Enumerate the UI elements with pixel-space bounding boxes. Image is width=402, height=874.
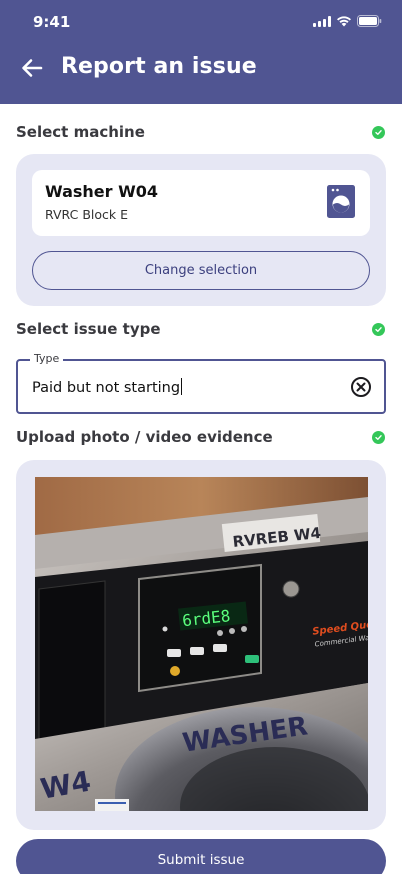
section-label-issue-type: Select issue type (16, 320, 161, 338)
check-icon (372, 323, 385, 336)
status-bar: 9:41 (0, 0, 402, 44)
washer-photo: RVREB W4 6rdE8 Speed Queen Commercial Wa… (35, 477, 368, 811)
clear-button[interactable] (350, 376, 372, 398)
cellular-signal-icon (313, 15, 331, 27)
check-icon (372, 431, 385, 444)
washing-machine-icon (327, 185, 355, 218)
change-selection-button[interactable]: Change selection (32, 251, 370, 290)
text-caret (181, 378, 183, 395)
evidence-photo[interactable]: RVREB W4 6rdE8 Speed Queen Commercial Wa… (35, 477, 368, 811)
issue-type-field[interactable]: Type Paid but not starting (16, 352, 386, 414)
wifi-icon (336, 15, 352, 27)
back-button[interactable] (18, 54, 46, 82)
clear-circle-icon (351, 377, 371, 397)
issue-type-value[interactable]: Paid but not starting (32, 378, 183, 396)
machine-name: Washer W04 (45, 182, 159, 201)
section-label-machine: Select machine (16, 123, 145, 141)
selected-machine-card[interactable]: Washer W04 RVRC Block E (32, 170, 370, 236)
section-label-evidence: Upload photo / video evidence (16, 428, 273, 446)
check-icon (372, 126, 385, 139)
issue-type-text: Paid but not starting (32, 380, 181, 396)
app-bar: 9:41 Report an issue (0, 0, 402, 104)
submit-issue-button[interactable]: Submit issue (16, 839, 386, 874)
system-icons (313, 15, 382, 27)
machine-panel: Washer W04 RVRC Block E Change selection (16, 154, 386, 306)
battery-icon (357, 15, 382, 27)
status-time: 9:41 (33, 13, 71, 31)
machine-location: RVRC Block E (45, 207, 128, 222)
issue-type-legend: Type (30, 352, 64, 365)
evidence-panel: RVREB W4 6rdE8 Speed Queen Commercial Wa… (16, 460, 386, 830)
page-title: Report an issue (61, 54, 257, 79)
arrow-left-icon (22, 59, 43, 77)
